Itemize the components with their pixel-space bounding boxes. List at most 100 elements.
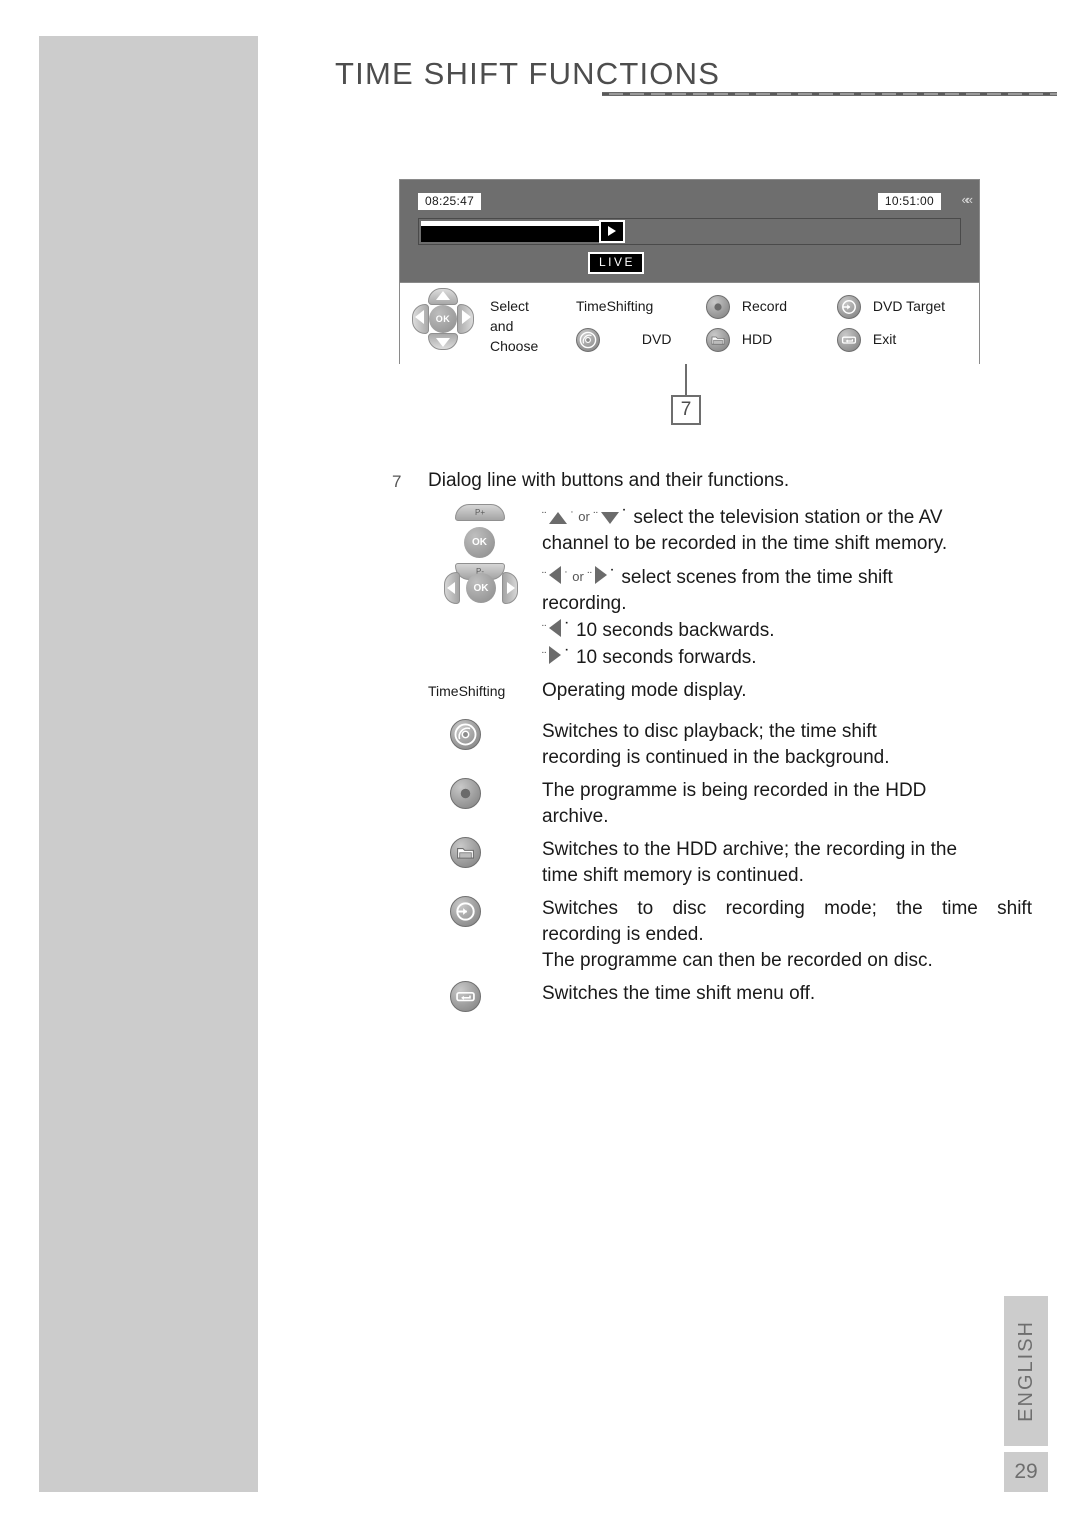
rewind-chevrons-icon: «« bbox=[961, 192, 974, 207]
decorative-side-bar bbox=[39, 36, 258, 1492]
dpad-icon: OK bbox=[412, 288, 474, 350]
ok-key: OK bbox=[464, 527, 495, 558]
osd-start-time: 08:25:47 bbox=[418, 193, 482, 210]
list-item-line-1: Switches to disc recording mode; the tim… bbox=[542, 898, 1032, 919]
body-content: 7 Dialog line with buttons and their fun… bbox=[392, 468, 1032, 1022]
page-number-tab: 29 bbox=[1004, 1452, 1048, 1492]
list-item-line-2: channel to be recorded in the time shift… bbox=[542, 533, 948, 554]
list-item: OK ¨ ˙ or ¨ ˙ select scenes from the time … bbox=[392, 564, 1032, 671]
exit-return-icon bbox=[837, 328, 861, 352]
dialog-select-line-3: Choose bbox=[490, 338, 539, 354]
list-item-line-1: The programme is being recorded in the H… bbox=[542, 780, 927, 801]
list-item: Switches to disc playback; the time shif… bbox=[392, 719, 1032, 771]
list-item-text: Switches the time shift menu off. bbox=[542, 981, 1032, 1007]
callout-number-box: 7 bbox=[671, 395, 701, 425]
language-tab: ENGLISH bbox=[1004, 1296, 1048, 1446]
dialog-mode-label: TimeShifting bbox=[576, 298, 654, 314]
play-icon bbox=[608, 226, 616, 236]
list-item-line-3: The programme can then be recorded on di… bbox=[542, 950, 933, 971]
list-item: Switches to the HDD archive; the recordi… bbox=[392, 837, 1032, 889]
list-item-line-1: ˙ select scenes from the time shift bbox=[609, 567, 893, 588]
arrow-left-icon bbox=[549, 619, 562, 637]
arrow-down-icon bbox=[600, 512, 619, 524]
language-label: ENGLISH bbox=[1014, 1320, 1037, 1422]
dvd-icon bbox=[450, 719, 481, 750]
lead-paragraph: 7 Dialog line with buttons and their fun… bbox=[392, 468, 1032, 504]
arrow-left-icon bbox=[549, 566, 562, 584]
osd-screenshot-figure: 08:25:47 10:51:00 «« LIVE OK Select and … bbox=[399, 179, 980, 364]
arrow-right-icon bbox=[549, 646, 562, 664]
list-item-text: ¨ ˙ or ¨ ˙ select the television station o… bbox=[542, 504, 1032, 557]
list-item-text: ¨ ˙ or ¨ ˙ select scenes from the time shi… bbox=[542, 564, 1032, 671]
live-badge: LIVE bbox=[588, 252, 645, 275]
list-item-text: Operating mode display. bbox=[542, 680, 747, 701]
callout-leader-line bbox=[685, 364, 687, 395]
dialog-exit-label: Exit bbox=[872, 330, 897, 347]
dialog-select-line-1: Select bbox=[490, 298, 529, 314]
quote-open-mark: ¨ bbox=[542, 622, 547, 637]
list-item-text: Switches to disc recording mode; the tim… bbox=[542, 896, 1032, 974]
dialog-dvd-target-entry[interactable]: DVD Target bbox=[837, 295, 945, 319]
list-item-line-1: Switches to disc playback; the time shif… bbox=[542, 721, 877, 742]
list-item-line-1: ˙ select the television station or the A… bbox=[621, 507, 943, 528]
record-graphic bbox=[428, 778, 532, 809]
timeshifting-mode-label: TimeShifting bbox=[428, 683, 506, 699]
dialog-exit-entry[interactable]: Exit bbox=[837, 328, 896, 352]
program-up-key: P+ bbox=[455, 504, 505, 521]
list-item-text: Switches to the HDD archive; the recordi… bbox=[542, 837, 1032, 889]
list-item-line-2: recording. bbox=[542, 593, 627, 614]
mode-label-graphic: TimeShifting bbox=[428, 678, 532, 704]
exit-return-icon bbox=[450, 981, 481, 1012]
dialog-record-entry[interactable]: Record bbox=[706, 295, 787, 319]
lead-text: Dialog line with buttons and their funct… bbox=[428, 470, 790, 491]
list-item-line-2: recording is ended. bbox=[542, 924, 704, 945]
list-item-text: The programme is being recorded in the H… bbox=[542, 778, 1032, 830]
quote-open-mark: ¨ bbox=[542, 569, 547, 584]
osd-progress-fill bbox=[421, 221, 599, 242]
or-connector: ˙ or ¨ bbox=[570, 509, 598, 524]
quote-open-mark: ¨ bbox=[542, 649, 547, 664]
list-item: Switches to disc recording mode; the tim… bbox=[392, 896, 1032, 974]
record-icon bbox=[706, 295, 730, 319]
osd-progress-track[interactable] bbox=[418, 218, 961, 245]
dvd-target-graphic bbox=[428, 896, 532, 927]
dvd-target-icon bbox=[837, 295, 861, 319]
osd-dialog-line: OK Select and Choose TimeShifting DVD Re bbox=[400, 282, 979, 364]
exit-graphic bbox=[428, 981, 532, 1012]
dialog-hdd-label: HDD bbox=[741, 330, 773, 347]
page-title: TIME SHIFT FUNCTIONS bbox=[335, 56, 721, 91]
hdd-graphic bbox=[428, 837, 532, 868]
list-item-line-3: ˙ 10 seconds backwards. bbox=[564, 620, 775, 641]
list-item-line-1: Switches the time shift menu off. bbox=[542, 983, 816, 1004]
dpad-ok-label: OK bbox=[429, 305, 457, 333]
hdd-folder-icon bbox=[450, 837, 481, 868]
dialog-dvd-entry[interactable]: DVD bbox=[576, 328, 671, 352]
list-item-line-2: time shift memory is continued. bbox=[542, 865, 804, 886]
dvd-target-icon bbox=[450, 896, 481, 927]
arrow-right-icon bbox=[594, 566, 607, 584]
header-rule bbox=[602, 92, 1057, 96]
dialog-select-line-2: and bbox=[490, 318, 514, 334]
dialog-hdd-entry[interactable]: HDD bbox=[706, 328, 772, 352]
dialog-record-label: Record bbox=[741, 297, 788, 314]
list-item-text: Switches to disc playback; the time shif… bbox=[542, 719, 1032, 771]
list-item: TimeShifting Operating mode display. bbox=[392, 678, 1032, 712]
record-icon bbox=[450, 778, 481, 809]
dvd-graphic bbox=[428, 719, 532, 750]
lead-number: 7 bbox=[392, 472, 402, 491]
list-item-line-1: Switches to the HDD archive; the recordi… bbox=[542, 839, 958, 860]
or-connector: ˙ or ¨ bbox=[564, 569, 592, 584]
arrow-up-icon bbox=[549, 512, 568, 524]
list-item: P+ OK P- ¨ ˙ or ¨ ˙ select the television … bbox=[392, 504, 1032, 580]
dvd-icon bbox=[576, 328, 600, 352]
dialog-dvd-target-label: DVD Target bbox=[872, 297, 945, 314]
quote-open-mark: ¨ bbox=[542, 509, 547, 524]
osd-timebar-area: 08:25:47 10:51:00 «« LIVE bbox=[400, 180, 979, 282]
hdd-folder-icon bbox=[706, 328, 730, 352]
list-item-line-2: recording is continued in the background… bbox=[542, 747, 890, 768]
list-item-line-2: archive. bbox=[542, 806, 609, 827]
remote-leftright-graphic: OK bbox=[428, 564, 532, 608]
page-header: TIME SHIFT FUNCTIONS bbox=[335, 56, 1057, 112]
play-position-thumb[interactable] bbox=[599, 220, 625, 243]
list-item: The programme is being recorded in the H… bbox=[392, 778, 1032, 830]
